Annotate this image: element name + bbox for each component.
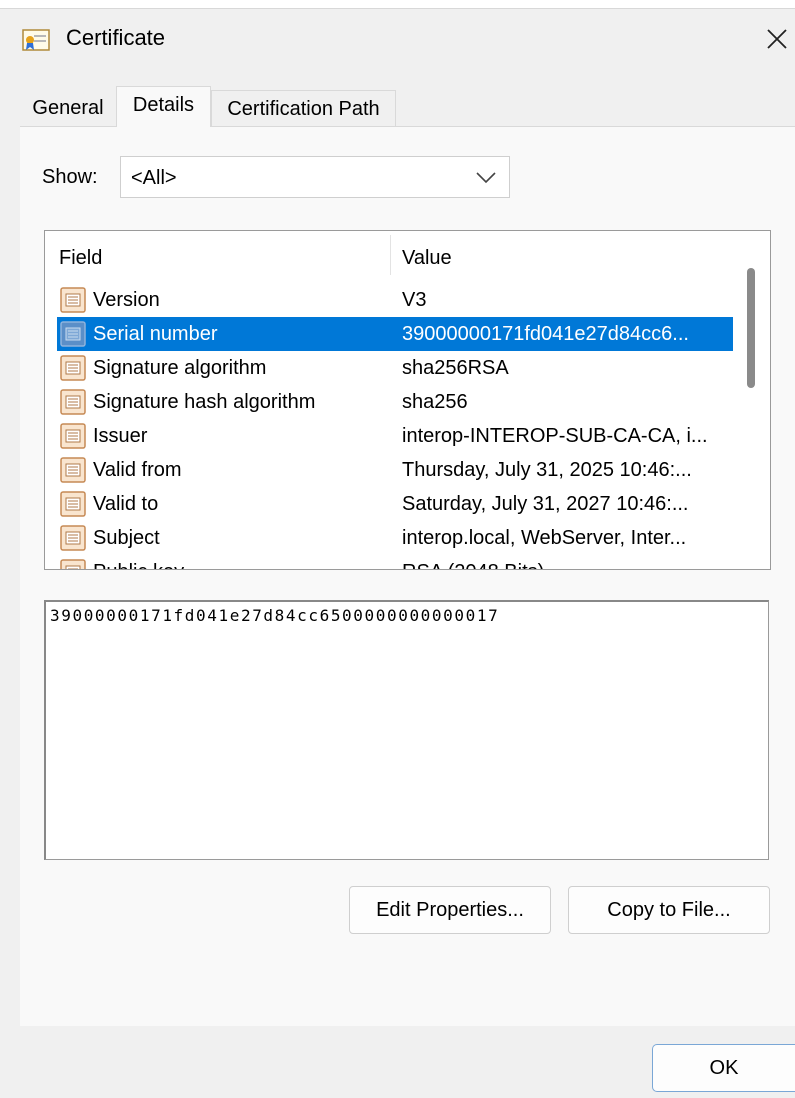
field-name: Signature algorithm xyxy=(93,357,267,379)
show-label: Show: xyxy=(42,166,98,188)
field-list[interactable]: Field Value Version V3 Serial number 390… xyxy=(44,230,771,570)
tab-certification-path-label: Certification Path xyxy=(227,98,380,120)
field-name: Public key xyxy=(93,561,184,569)
tab-details-label: Details xyxy=(132,94,195,116)
list-item[interactable]: Signature hash algorithm sha256 xyxy=(57,385,733,419)
vertical-scrollbar[interactable] xyxy=(737,232,769,568)
field-icon xyxy=(59,354,87,382)
list-item[interactable]: Signature algorithm sha256RSA xyxy=(57,351,733,385)
window-top-edge xyxy=(0,0,795,9)
field-value: V3 xyxy=(402,289,427,311)
field-icon xyxy=(59,422,87,450)
title-bar: Certificate xyxy=(0,9,795,69)
field-icon xyxy=(59,524,87,552)
list-item[interactable]: Valid from Thursday, July 31, 2025 10:46… xyxy=(57,453,733,487)
field-value: interop-INTEROP-SUB-CA-CA, i... xyxy=(402,425,708,447)
column-divider[interactable] xyxy=(390,235,391,275)
tab-general-label: General xyxy=(32,97,104,119)
ok-button[interactable]: OK xyxy=(652,1044,795,1092)
column-header-field[interactable]: Field xyxy=(59,247,102,270)
list-header: Field Value xyxy=(45,231,735,277)
column-header-value[interactable]: Value xyxy=(402,247,452,270)
field-value: Saturday, July 31, 2027 10:46:... xyxy=(402,493,689,515)
field-value: sha256RSA xyxy=(402,357,509,379)
field-name: Subject xyxy=(93,527,160,549)
field-value: 39000000171fd041e27d84cc6... xyxy=(402,323,689,345)
edit-properties-button[interactable]: Edit Properties... xyxy=(349,886,551,934)
field-value: RSA (2048 Bits) xyxy=(402,561,544,569)
field-name: Valid to xyxy=(93,493,159,515)
show-dropdown-value: <All> xyxy=(131,167,177,189)
value-detail-box[interactable]: 39000000171fd041e27d84cc6500000000000017 xyxy=(44,600,769,860)
chevron-down-icon xyxy=(475,169,497,185)
field-icon xyxy=(59,558,87,569)
window-title: Certificate xyxy=(66,25,166,50)
field-value: sha256 xyxy=(402,391,468,413)
list-item[interactable]: Version V3 xyxy=(57,283,733,317)
field-icon xyxy=(59,388,87,416)
copy-to-file-button[interactable]: Copy to File... xyxy=(568,886,770,934)
field-name: Version xyxy=(93,289,160,311)
field-icon xyxy=(59,490,87,518)
close-icon[interactable] xyxy=(760,19,794,59)
tab-details[interactable]: Details xyxy=(116,86,211,127)
show-dropdown[interactable]: <All> xyxy=(120,156,510,198)
field-value: Thursday, July 31, 2025 10:46:... xyxy=(402,459,692,481)
field-value: interop.local, WebServer, Inter... xyxy=(402,527,687,549)
field-icon xyxy=(59,286,87,314)
field-name: Serial number xyxy=(93,323,218,345)
value-detail-text: 39000000171fd041e27d84cc6500000000000017 xyxy=(50,606,500,625)
field-name: Valid from xyxy=(93,459,182,481)
list-item[interactable]: Public key RSA (2048 Bits) xyxy=(57,555,733,569)
tab-general[interactable]: General xyxy=(20,90,116,126)
field-name: Signature hash algorithm xyxy=(93,391,316,413)
scrollbar-thumb[interactable] xyxy=(747,268,755,388)
tab-certification-path[interactable]: Certification Path xyxy=(211,90,396,126)
list-item-selected[interactable]: Serial number 39000000171fd041e27d84cc6.… xyxy=(57,317,733,351)
list-item[interactable]: Issuer interop-INTEROP-SUB-CA-CA, i... xyxy=(57,419,733,453)
list-item[interactable]: Subject interop.local, WebServer, Inter.… xyxy=(57,521,733,555)
list-item[interactable]: Valid to Saturday, July 31, 2027 10:46:.… xyxy=(57,487,733,521)
certificate-icon xyxy=(22,28,50,52)
field-name: Issuer xyxy=(93,425,148,447)
field-icon xyxy=(59,320,87,348)
field-icon xyxy=(59,456,87,484)
